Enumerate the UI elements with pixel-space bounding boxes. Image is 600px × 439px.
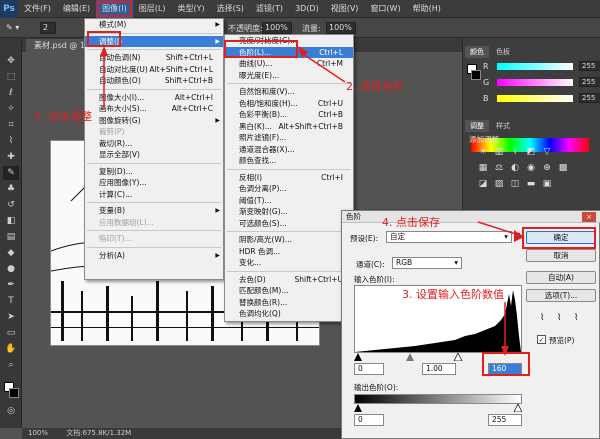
annotation-step1: 1. 点击调整 <box>34 110 92 123</box>
annotation-arrows <box>100 46 524 356</box>
annotation-step3: 3. 设置输入色阶数值 <box>402 288 504 301</box>
annotation-step2: 2. 选择色阶 <box>346 80 404 93</box>
annotation-step4: 4. 点击保存 <box>382 216 440 229</box>
